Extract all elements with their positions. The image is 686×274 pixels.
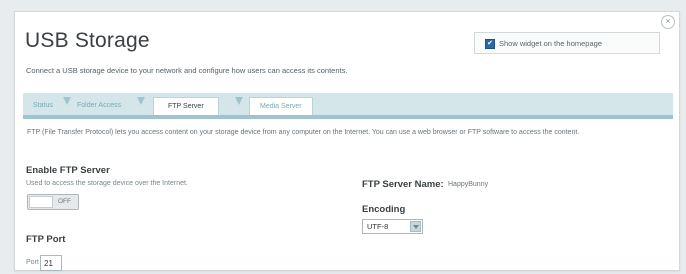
server-name-value: HappyBunny xyxy=(448,181,489,188)
server-name-heading: FTP Server Name: xyxy=(362,179,444,190)
ftp-description: FTP (File Transfer Protocol) lets you ac… xyxy=(27,129,580,136)
encoding-value: UTF-8 xyxy=(367,222,389,231)
ftp-port-heading: FTP Port xyxy=(26,234,66,245)
page-subtitle: Connect a USB storage device to your net… xyxy=(26,66,348,75)
tab-bar: Status Folder Access FTP Server Media Se… xyxy=(23,93,673,119)
tab-separator xyxy=(137,97,145,105)
show-widget-checkbox[interactable]: ✔ xyxy=(485,39,495,49)
tab-separator xyxy=(63,97,71,105)
tab-media-server[interactable]: Media Server xyxy=(249,97,313,115)
tab-folder-access[interactable]: Folder Access xyxy=(77,97,121,115)
usb-storage-panel: × USB Storage Connect a USB storage devi… xyxy=(14,11,680,271)
close-icon[interactable]: × xyxy=(661,15,675,29)
toggle-knob xyxy=(29,196,53,208)
show-widget-label: Show widget on the homepage xyxy=(499,39,602,48)
tab-status[interactable]: Status xyxy=(33,97,53,115)
show-widget-option[interactable]: ✔ Show widget on the homepage xyxy=(474,32,660,54)
enable-ftp-help: Used to access the storage device over t… xyxy=(26,180,188,187)
port-label: Port xyxy=(26,259,39,266)
page-title: USB Storage xyxy=(25,29,150,52)
toggle-state: OFF xyxy=(58,198,71,205)
enable-ftp-heading: Enable FTP Server xyxy=(26,165,110,176)
chevron-down-icon[interactable] xyxy=(410,221,421,232)
encoding-select[interactable]: UTF-8 xyxy=(362,219,423,234)
encoding-heading: Encoding xyxy=(362,204,406,215)
tab-ftp-server[interactable]: FTP Server xyxy=(153,97,219,115)
port-input[interactable]: 21 xyxy=(40,255,62,271)
tab-separator xyxy=(235,97,243,105)
enable-ftp-toggle[interactable]: OFF xyxy=(27,194,79,210)
